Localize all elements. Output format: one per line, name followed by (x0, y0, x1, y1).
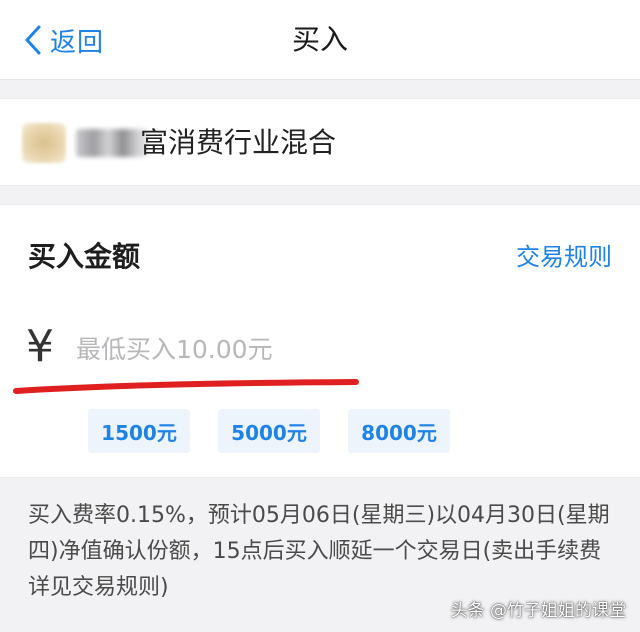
quick-amount-button[interactable]: 1500元 (88, 409, 190, 453)
fund-name-redacted (76, 129, 148, 157)
navigation-bar: 返回 买入 (0, 0, 640, 80)
watermark: 头条 @竹子姐姐的课堂 (450, 601, 626, 621)
buy-amount-label: 买入金额 (28, 240, 141, 273)
fund-logo-blurred (22, 123, 66, 163)
quick-amount-row: 1500元 5000元 8000元 (88, 409, 450, 453)
page-title: 买入 (291, 23, 348, 56)
quick-amount-button[interactable]: 5000元 (218, 409, 320, 453)
fund-name: 富消费行业混合 (140, 126, 337, 159)
buy-amount-input[interactable] (76, 325, 596, 373)
currency-symbol: ¥ (26, 321, 54, 372)
buy-amount-card: 买入金额 交易规则 ¥ 1500元 5000元 8000元 (0, 204, 640, 478)
fund-info-card: 富消费行业混合 (0, 98, 640, 186)
red-annotation-underline (13, 379, 359, 394)
trading-rules-link[interactable]: 交易规则 (516, 237, 612, 272)
fee-note: 买入费率0.15%，预计05月06日(星期三)以04月30日(星期四)净值确认份… (28, 503, 610, 600)
quick-amount-button[interactable]: 8000元 (348, 409, 450, 453)
